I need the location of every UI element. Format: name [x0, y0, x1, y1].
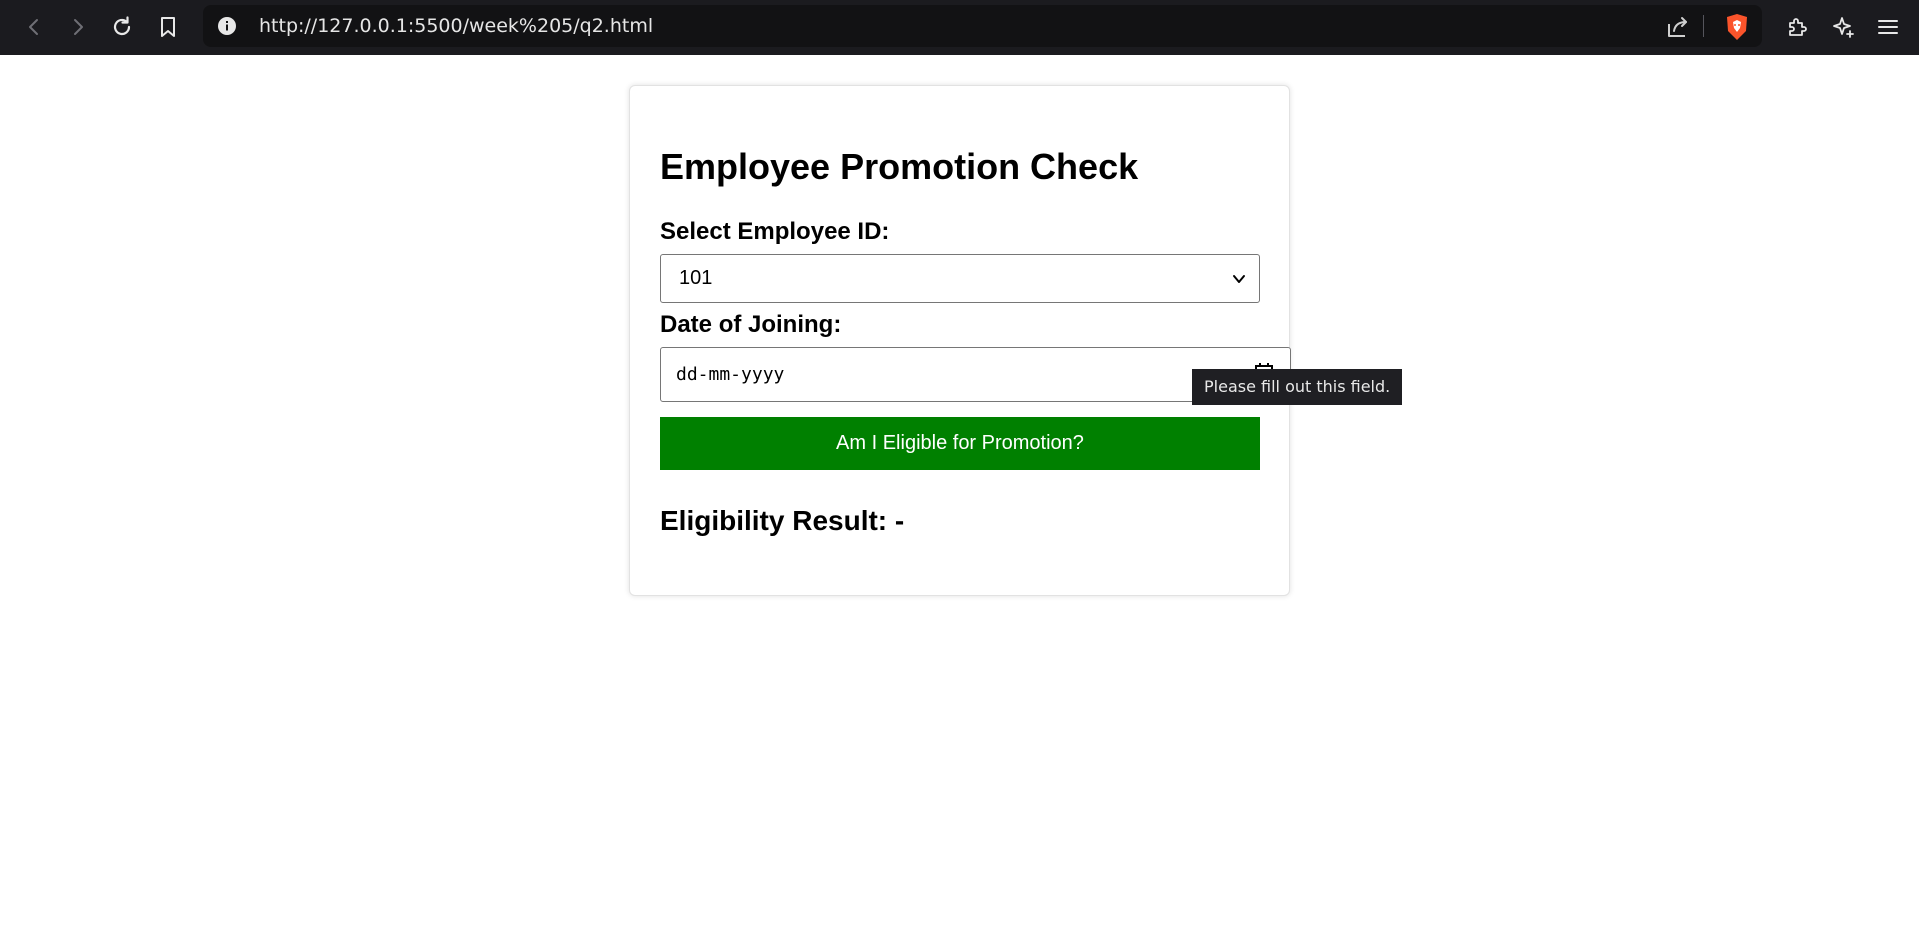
back-button[interactable]	[17, 10, 51, 44]
back-icon	[29, 19, 38, 35]
page-title: Employee Promotion Check	[660, 146, 1139, 187]
browser-toolbar: http://127.0.0.1:5500/week%205/q2.html	[0, 0, 1919, 55]
menu-button[interactable]	[1871, 10, 1905, 44]
leo-ai-icon	[1833, 17, 1854, 38]
reload-button[interactable]	[105, 10, 139, 44]
extensions-icon	[1789, 18, 1807, 36]
eligibility-result: Eligibility Result: -	[660, 505, 905, 536]
address-bar[interactable]: http://127.0.0.1:5500/week%205/q2.html	[203, 5, 1762, 47]
brave-shield-icon[interactable]	[1724, 13, 1750, 41]
url-text[interactable]: http://127.0.0.1:5500/week%205/q2.html	[259, 5, 653, 47]
check-eligibility-button[interactable]: Am I Eligible for Promotion?	[660, 417, 1260, 470]
menu-icon	[1878, 20, 1898, 34]
reload-icon	[113, 16, 131, 36]
validation-tooltip: Please fill out this field.	[1192, 369, 1403, 405]
employee-id-label: Select Employee ID:	[660, 218, 890, 245]
bookmark-icon	[161, 17, 175, 37]
promotion-form-card: Employee Promotion Check Select Employee…	[629, 85, 1291, 596]
employee-id-selected-value: 101	[679, 267, 713, 289]
bookmark-button[interactable]	[151, 10, 185, 44]
address-bar-divider	[1703, 15, 1704, 37]
forward-button[interactable]	[61, 10, 95, 44]
date-of-joining-placeholder: dd-mm-yyyy	[676, 364, 785, 385]
forward-icon	[74, 19, 83, 35]
chevron-down-icon	[1233, 275, 1245, 283]
share-icon[interactable]	[1665, 14, 1691, 40]
date-of-joining-label: Date of Joining:	[660, 311, 842, 338]
info-icon[interactable]	[217, 16, 237, 36]
leo-ai-button[interactable]	[1826, 10, 1860, 44]
employee-id-select[interactable]: 101	[660, 254, 1260, 303]
extensions-button[interactable]	[1781, 10, 1815, 44]
